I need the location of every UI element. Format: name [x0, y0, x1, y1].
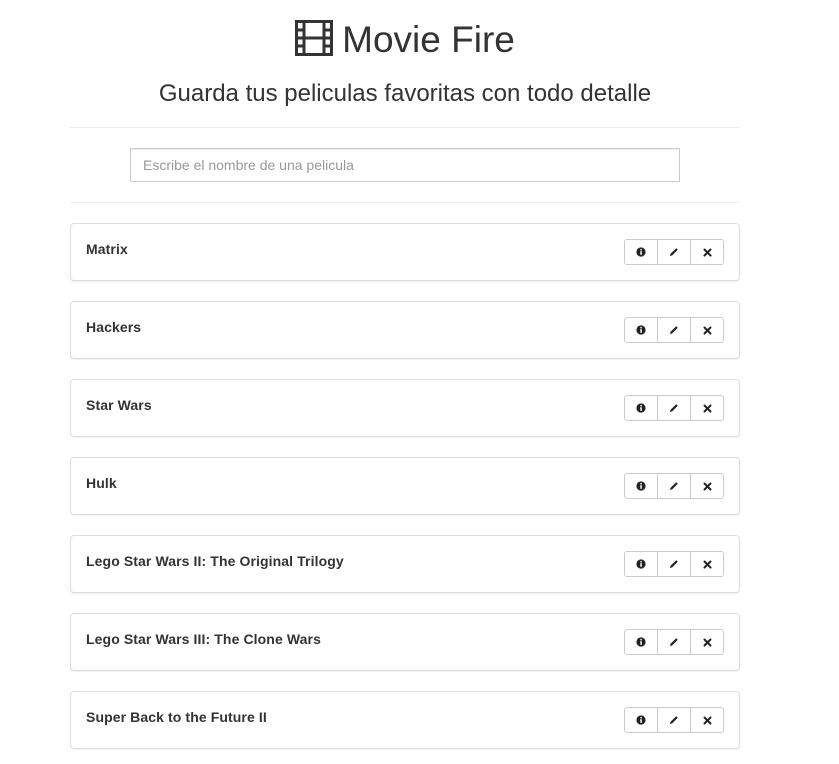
app-title-text: Movie Fire [342, 19, 515, 60]
movie-actions [624, 317, 724, 343]
film-icon [295, 20, 334, 56]
movie-item: Lego Star Wars III: The Clone Wars [70, 613, 740, 671]
movie-title: Lego Star Wars III: The Clone Wars [86, 631, 321, 647]
movie-title: Lego Star Wars II: The Original Trilogy [86, 553, 344, 569]
movie-item: Hulk [70, 457, 740, 515]
remove-icon [703, 560, 712, 569]
remove-button[interactable] [690, 473, 724, 499]
divider-top [70, 127, 740, 128]
info-icon [636, 715, 646, 725]
remove-button[interactable] [690, 707, 724, 733]
info-icon [636, 325, 646, 335]
search-input[interactable] [130, 148, 680, 182]
pencil-icon [669, 481, 679, 491]
page-subtitle: Guarda tus peliculas favoritas con todo … [158, 80, 652, 107]
movie-actions [624, 239, 724, 265]
movie-title: Hackers [86, 319, 142, 335]
remove-icon [703, 482, 712, 491]
movie-title: Star Wars [86, 397, 152, 413]
info-icon [636, 481, 646, 491]
movie-item: Lego Star Wars II: The Original Trilogy [70, 535, 740, 593]
movie-item: Star Wars [70, 379, 740, 437]
edit-button[interactable] [657, 395, 691, 421]
pencil-icon [669, 715, 679, 725]
movie-actions [624, 629, 724, 655]
info-button[interactable] [624, 395, 658, 421]
movie-item: Super Back to the Future II [70, 691, 740, 749]
remove-button[interactable] [690, 239, 724, 265]
pencil-icon [669, 325, 679, 335]
info-icon [636, 247, 646, 257]
movie-actions [624, 395, 724, 421]
edit-button[interactable] [657, 551, 691, 577]
remove-icon [703, 404, 712, 413]
info-button[interactable] [624, 629, 658, 655]
info-button[interactable] [624, 707, 658, 733]
remove-icon [703, 716, 712, 725]
info-icon [636, 403, 646, 413]
movie-actions [624, 551, 724, 577]
pencil-icon [669, 247, 679, 257]
remove-button[interactable] [690, 629, 724, 655]
edit-button[interactable] [657, 629, 691, 655]
movie-item: Matrix [70, 223, 740, 281]
divider-bottom [70, 202, 740, 203]
movie-actions [624, 473, 724, 499]
remove-icon [703, 326, 712, 335]
movie-title: Hulk [86, 475, 117, 491]
pencil-icon [669, 403, 679, 413]
app-title: Movie Fire [295, 18, 515, 62]
info-button[interactable] [624, 551, 658, 577]
pencil-icon [669, 637, 679, 647]
page: Movie Fire Guarda tus peliculas favorita… [0, 0, 839, 764]
info-icon [636, 637, 646, 647]
remove-button[interactable] [690, 551, 724, 577]
remove-icon [703, 248, 712, 257]
movie-title: Super Back to the Future II [86, 709, 267, 725]
edit-button[interactable] [657, 317, 691, 343]
remove-icon [703, 638, 712, 647]
info-button[interactable] [624, 239, 658, 265]
info-button[interactable] [624, 317, 658, 343]
movie-actions [624, 707, 724, 733]
edit-button[interactable] [657, 707, 691, 733]
info-icon [636, 559, 646, 569]
edit-button[interactable] [657, 239, 691, 265]
info-button[interactable] [624, 473, 658, 499]
movie-list: Matrix Hackers Star Wars Hulk Lego Star … [70, 223, 740, 764]
movie-title: Matrix [86, 241, 128, 257]
header: Movie Fire [0, 18, 810, 63]
remove-button[interactable] [690, 395, 724, 421]
edit-button[interactable] [657, 473, 691, 499]
pencil-icon [669, 559, 679, 569]
remove-button[interactable] [690, 317, 724, 343]
movie-item: Hackers [70, 301, 740, 359]
